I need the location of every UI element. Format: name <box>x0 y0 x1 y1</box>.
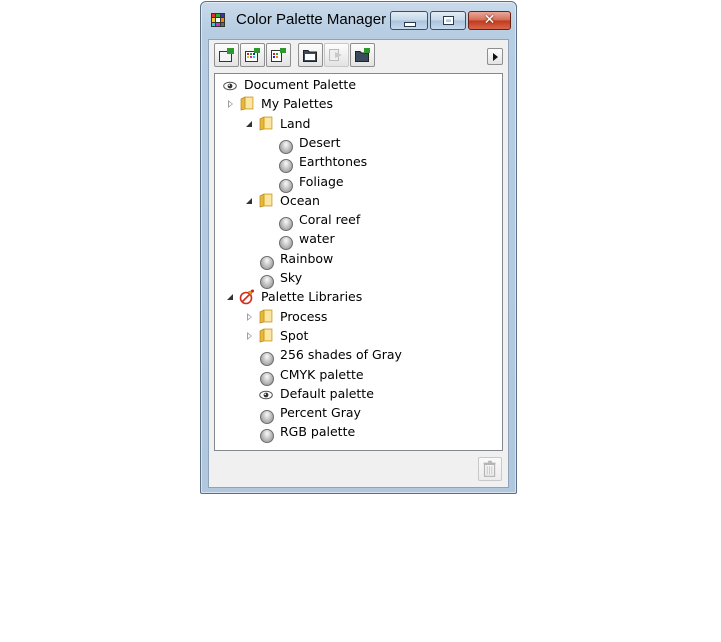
tree-item-label: Spot <box>280 327 309 343</box>
tree-item[interactable]: Foliage <box>215 173 495 193</box>
tree-item-label: Foliage <box>299 173 344 189</box>
eye-icon <box>259 389 273 403</box>
new-folder-button[interactable] <box>350 43 375 67</box>
tree-item-label: My Palettes <box>261 96 333 112</box>
palette-icon <box>260 371 274 386</box>
tree-item-label: Ocean <box>280 192 320 208</box>
libraries-icon <box>239 289 254 305</box>
expanded-arrow-icon[interactable] <box>227 294 233 301</box>
close-icon: ✕ <box>483 12 496 28</box>
tree-item[interactable]: Document Palette <box>215 76 495 95</box>
expanded-arrow-icon[interactable] <box>246 120 252 127</box>
palette-icon <box>260 352 274 367</box>
palette-icon <box>260 255 274 270</box>
palette-icon <box>260 275 274 289</box>
tree-item[interactable]: Land <box>215 115 495 134</box>
eye-icon <box>223 80 237 94</box>
minimize-icon <box>404 22 416 27</box>
close-button[interactable]: ✕ <box>468 11 511 30</box>
tree-item[interactable]: CMYK palette <box>215 366 495 386</box>
tree-item[interactable]: water <box>215 230 495 251</box>
window-title: Color Palette Manager <box>236 11 387 28</box>
folder-icon <box>240 95 254 111</box>
tree-item-label: Rainbow <box>280 250 334 266</box>
tree-item[interactable]: Percent Gray <box>215 404 495 425</box>
tree-item-label: RGB palette <box>280 424 356 440</box>
new-palette-from-document-button[interactable] <box>266 43 291 67</box>
collapsed-arrow-icon[interactable] <box>228 100 233 109</box>
color-palette-manager-window: Color Palette Manager ✕ Document Palette… <box>200 1 517 494</box>
expanded-arrow-icon[interactable] <box>246 197 252 204</box>
tree-item[interactable]: Rainbow <box>215 250 495 270</box>
collapsed-arrow-icon[interactable] <box>247 331 252 340</box>
tree-item[interactable]: Ocean <box>215 192 495 211</box>
palette-tree[interactable]: Document Palette My Palettes Land Desert Ear… <box>214 73 503 451</box>
open-folder-icon <box>303 50 317 62</box>
minimize-button[interactable] <box>390 11 428 30</box>
folder-icon <box>259 308 273 324</box>
tree-item[interactable]: My Palettes <box>215 95 495 114</box>
tree-item-label: Palette Libraries <box>261 289 363 305</box>
tree-item[interactable]: Desert <box>215 134 495 154</box>
tree-item-label: 256 shades of Gray <box>280 347 402 363</box>
flyout-menu-button[interactable] <box>487 48 503 65</box>
collapsed-arrow-icon[interactable] <box>247 312 252 321</box>
title-bar[interactable]: Color Palette Manager ✕ <box>201 2 516 34</box>
tree-item-label: Land <box>280 115 311 131</box>
tree-item-label: Document Palette <box>244 77 357 92</box>
new-folder-icon <box>355 48 370 62</box>
palette-icon <box>279 178 293 193</box>
delete-button[interactable] <box>478 457 502 481</box>
tree-item[interactable]: Default palette <box>215 385 495 404</box>
tree-item-label: water <box>299 231 335 247</box>
palette-grid-icon <box>211 13 225 27</box>
open-palette-button[interactable] <box>298 43 323 67</box>
new-palette-icon <box>219 48 234 62</box>
tree-item-label: CMYK palette <box>280 366 364 382</box>
status-bar <box>209 451 508 487</box>
tree-item[interactable]: Process <box>215 308 495 327</box>
folder-icon <box>259 327 273 343</box>
palette-from-selection-icon <box>245 48 260 62</box>
tree-item-label: Sky <box>280 270 303 285</box>
import-icon <box>329 49 342 61</box>
palette-icon <box>279 139 293 154</box>
tree-item-label: Desert <box>299 134 341 150</box>
client-area: Document Palette My Palettes Land Desert Ear… <box>208 39 509 488</box>
maximize-icon <box>443 16 454 25</box>
tree-item-label: Percent Gray <box>280 405 361 421</box>
tree-item[interactable]: Earthtones <box>215 153 495 174</box>
tree-item[interactable]: Spot <box>215 327 495 346</box>
tree-item-label: Earthtones <box>299 154 368 170</box>
trash-icon <box>483 460 496 477</box>
flyout-arrow-icon <box>493 53 498 61</box>
tree-item[interactable]: Coral reef <box>215 211 495 232</box>
palette-icon <box>260 410 274 425</box>
tree-item-label: Coral reef <box>299 212 361 228</box>
new-palette-button[interactable] <box>214 43 239 67</box>
folder-icon <box>259 115 273 131</box>
palette-icon <box>260 429 274 444</box>
tree-item[interactable]: 256 shades of Gray <box>215 346 495 367</box>
folder-icon <box>259 192 273 208</box>
import-palette-button[interactable] <box>324 43 349 67</box>
tree-item[interactable]: RGB palette <box>215 423 495 444</box>
palette-from-document-icon <box>271 48 286 62</box>
palette-icon <box>279 159 293 174</box>
tree-item[interactable]: Sky <box>215 269 495 289</box>
palette-icon <box>279 217 293 232</box>
tree-item-label: Default palette <box>280 385 374 401</box>
maximize-button[interactable] <box>430 11 466 30</box>
new-palette-from-selection-button[interactable] <box>240 43 265 67</box>
tree-item-label: Process <box>280 308 328 324</box>
palette-icon <box>279 236 293 251</box>
tree-item[interactable]: Palette Libraries <box>215 288 495 307</box>
toolbar <box>209 40 508 74</box>
